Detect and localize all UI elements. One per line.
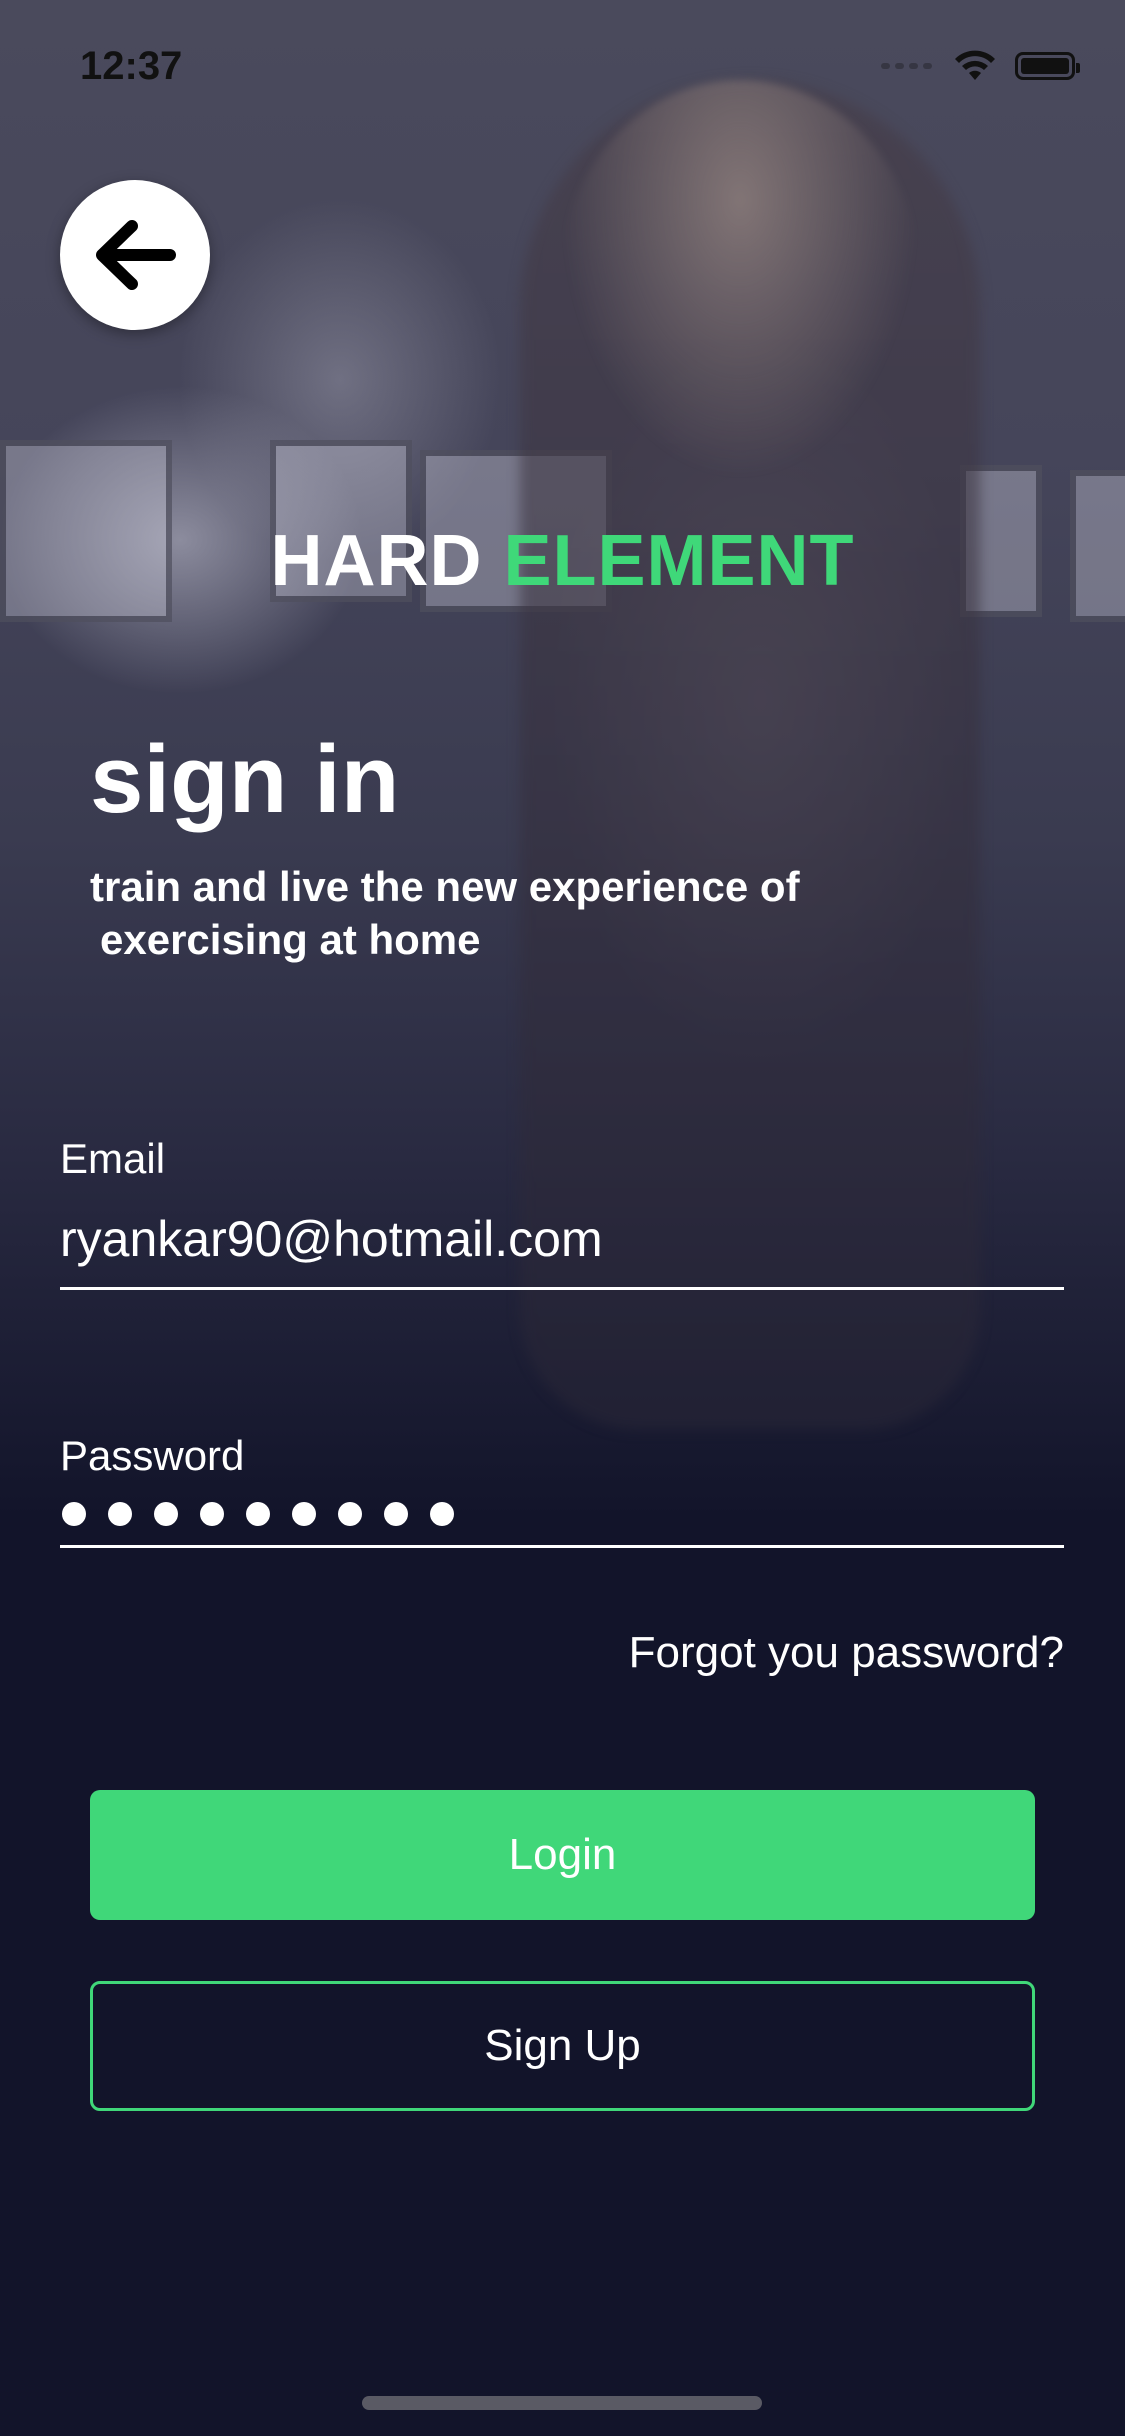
password-mask-dot	[338, 1502, 362, 1526]
signup-button[interactable]: Sign Up	[90, 1981, 1035, 2111]
subtitle-line1: train and live the new experience of	[90, 863, 800, 910]
brand-part1: HARD	[270, 521, 483, 601]
forgot-password-link[interactable]: Forgot you password?	[629, 1628, 1064, 1678]
email-underline	[60, 1287, 1064, 1290]
subtitle-line2: exercising at home	[100, 916, 481, 963]
email-label: Email	[60, 1135, 166, 1182]
login-button[interactable]: Login	[90, 1790, 1035, 1920]
password-mask-dot	[384, 1502, 408, 1526]
password-mask-dot	[154, 1502, 178, 1526]
status-icons	[881, 50, 1080, 82]
battery-icon	[1015, 52, 1080, 80]
page-title: sign in	[90, 726, 400, 833]
athlete-hair	[560, 80, 920, 480]
password-mask-dot	[62, 1502, 86, 1526]
status-time: 12:37	[80, 44, 183, 88]
signal-icon	[881, 61, 935, 71]
back-button[interactable]	[60, 180, 210, 330]
password-label: Password	[60, 1432, 245, 1479]
email-field[interactable]: ryankar90@hotmail.com	[60, 1210, 603, 1268]
wifi-icon	[955, 50, 995, 80]
password-mask-dot	[292, 1502, 316, 1526]
password-underline	[60, 1545, 1064, 1548]
home-indicator	[362, 2396, 762, 2410]
status-bar: 12:37	[0, 0, 1125, 120]
password-mask-dot	[246, 1502, 270, 1526]
brand-part2: ELEMENT	[503, 521, 855, 601]
password-mask-dot	[108, 1502, 132, 1526]
page-subtitle: train and live the new experience of exe…	[90, 860, 990, 966]
password-field[interactable]	[62, 1502, 454, 1526]
brand-logo-text: HARD ELEMENT	[0, 520, 1125, 602]
password-mask-dot	[430, 1502, 454, 1526]
password-mask-dot	[200, 1502, 224, 1526]
arrow-left-icon	[96, 220, 176, 290]
